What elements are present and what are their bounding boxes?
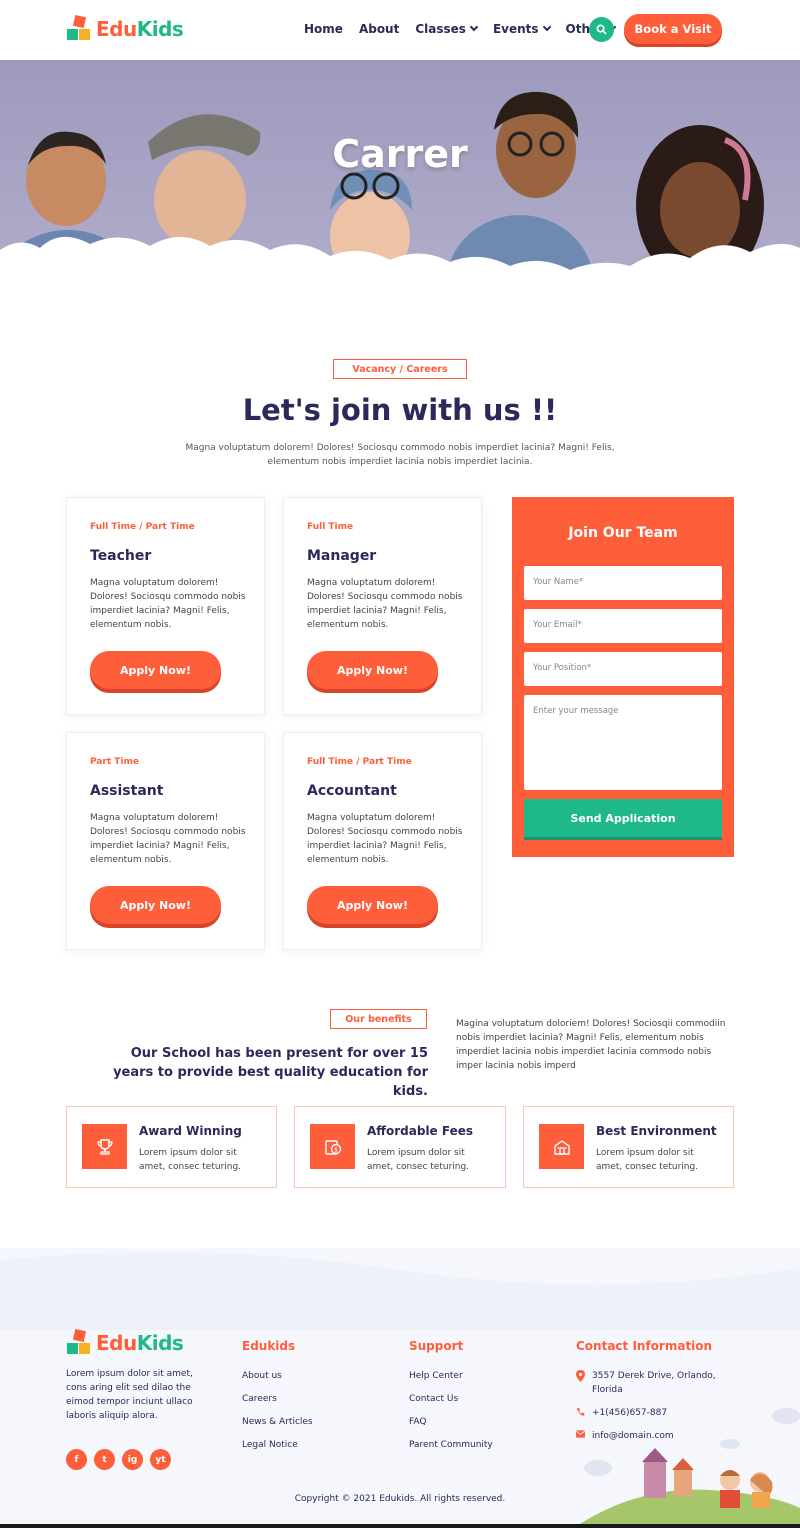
benefit-card-environment: Best Environment Lorem ipsum dolor sit a… [523, 1106, 734, 1188]
logo-blocks-icon [66, 1328, 92, 1356]
search-button[interactable] [589, 17, 614, 42]
apply-now-button[interactable]: Apply Now! [307, 886, 438, 924]
benefits-title: Our School has been present for over 15 … [113, 1046, 428, 1099]
benefits-description: Magina voluptatum doloriem! Dolores! Soc… [456, 1019, 726, 1071]
footer-logo[interactable]: EduKids [66, 1328, 184, 1356]
job-type: Full Time [307, 522, 354, 532]
form-title: Join Our Team [568, 525, 678, 541]
chevron-down-icon [542, 22, 551, 32]
position-field[interactable]: Your Position* [524, 652, 722, 686]
nav-home[interactable]: Home [304, 22, 343, 36]
apply-now-button[interactable]: Apply Now! [90, 886, 221, 924]
job-role: Teacher [90, 548, 152, 564]
benefit-title: Affordable Fees [367, 1124, 474, 1138]
section-tag-benefits: Our benefits [330, 1009, 427, 1029]
job-card-assistant: Part Time Assistant Magna voluptatum dol… [66, 732, 265, 950]
job-type: Full Time / Part Time [90, 522, 195, 532]
job-role: Manager [307, 548, 377, 564]
footer-link-help[interactable]: Help Center [409, 1369, 493, 1392]
chevron-down-icon [469, 22, 479, 32]
main-nav: Home About Classes Events Other [304, 22, 617, 36]
footer-link-news[interactable]: News & Articles [242, 1415, 313, 1438]
benefit-description: Lorem ipsum dolor sit amet, consec tetur… [139, 1148, 242, 1172]
address-text: 3557 Derek Drive, Orlando, Florida [592, 1371, 716, 1395]
job-type: Full Time / Part Time [307, 757, 412, 767]
twitter-icon[interactable]: t [94, 1449, 115, 1470]
benefit-description: Lorem ipsum dolor sit amet, consec tetur… [367, 1148, 470, 1172]
logo-blocks-icon [66, 14, 92, 42]
section-tag-careers: Vacancy / Careers [333, 359, 467, 379]
footer-wave [0, 1239, 800, 1330]
benefit-title: Award Winning [139, 1124, 242, 1138]
facebook-icon[interactable]: f [66, 1449, 87, 1470]
footer-edukids-links: About us Careers News & Articles Legal N… [242, 1369, 313, 1461]
logo-text: EduKids [96, 1331, 184, 1355]
footer-support-title: Support [409, 1339, 464, 1353]
job-description: Magna voluptatum dolorem! Dolores! Socio… [307, 813, 463, 865]
footer-link-about[interactable]: About us [242, 1369, 313, 1392]
benefit-card-award: Award Winning Lorem ipsum dolor sit amet… [66, 1106, 277, 1188]
money-icon: $ [310, 1124, 355, 1169]
footer-link-legal[interactable]: Legal Notice [242, 1438, 313, 1461]
job-card-accountant: Full Time / Part Time Accountant Magna v… [283, 732, 482, 950]
email-field[interactable]: Your Email* [524, 609, 722, 643]
footer-kids-illustration [580, 1408, 800, 1524]
trophy-icon [82, 1124, 127, 1169]
job-role: Assistant [90, 783, 164, 799]
social-links: f t ig yt [66, 1449, 171, 1470]
apply-now-button[interactable]: Apply Now! [307, 651, 438, 689]
footer-about: Lorem ipsum dolor sit amet, cons aring e… [66, 1369, 193, 1421]
send-application-button[interactable]: Send Application [524, 799, 722, 837]
benefit-description: Lorem ipsum dolor sit amet, consec tetur… [596, 1148, 699, 1172]
section-title: Let's join with us !! [242, 393, 558, 427]
location-pin-icon [576, 1370, 585, 1382]
bottom-bar [0, 1524, 800, 1528]
site-logo[interactable]: EduKids [66, 14, 184, 42]
page-title: Carrer [332, 132, 468, 176]
job-card-teacher: Full Time / Part Time Teacher Magna volu… [66, 497, 265, 715]
hero-banner: Carrer [0, 60, 800, 305]
site-header: EduKids Home About Classes Events Other … [0, 0, 800, 60]
school-icon [539, 1124, 584, 1169]
name-field[interactable]: Your Name* [524, 566, 722, 600]
message-field[interactable]: Enter your message [524, 695, 722, 790]
footer-contact-title: Contact Information [576, 1339, 713, 1353]
job-description: Magna voluptatum dolorem! Dolores! Socio… [90, 578, 246, 630]
footer-link-contact[interactable]: Contact Us [409, 1392, 493, 1415]
benefit-card-fees: $ Affordable Fees Lorem ipsum dolor sit … [294, 1106, 506, 1188]
nav-events[interactable]: Events [493, 22, 551, 36]
contact-address: 3557 Derek Drive, Orlando, Florida [576, 1369, 726, 1397]
youtube-icon[interactable]: yt [150, 1449, 171, 1470]
join-team-form: Join Our Team Your Name* Your Email* You… [512, 497, 734, 857]
apply-now-button[interactable]: Apply Now! [90, 651, 221, 689]
job-card-manager: Full Time Manager Magna voluptatum dolor… [283, 497, 482, 715]
job-role: Accountant [307, 783, 397, 799]
nav-about[interactable]: About [359, 22, 399, 36]
svg-text:$: $ [334, 1146, 338, 1153]
footer-link-faq[interactable]: FAQ [409, 1415, 493, 1438]
job-type: Part Time [90, 757, 140, 767]
logo-text: EduKids [96, 17, 184, 41]
job-description: Magna voluptatum dolorem! Dolores! Socio… [307, 578, 463, 630]
search-icon [596, 24, 607, 35]
hero-children-photo [0, 91, 800, 305]
job-description: Magna voluptatum dolorem! Dolores! Socio… [90, 813, 246, 865]
copyright: Copyright © 2021 Edukids. All rights res… [294, 1494, 506, 1504]
section-description: Magna voluptatum dolorem! Dolores! Socio… [185, 443, 615, 467]
instagram-icon[interactable]: ig [122, 1449, 143, 1470]
nav-classes[interactable]: Classes [415, 22, 479, 36]
book-visit-button[interactable]: Book a Visit [624, 14, 722, 44]
footer-link-careers[interactable]: Careers [242, 1392, 313, 1415]
footer-support-links: Help Center Contact Us FAQ Parent Commun… [409, 1369, 493, 1461]
benefit-title: Best Environment [596, 1124, 717, 1138]
footer-edukids-title: Edukids [242, 1339, 296, 1353]
footer-link-community[interactable]: Parent Community [409, 1438, 493, 1461]
